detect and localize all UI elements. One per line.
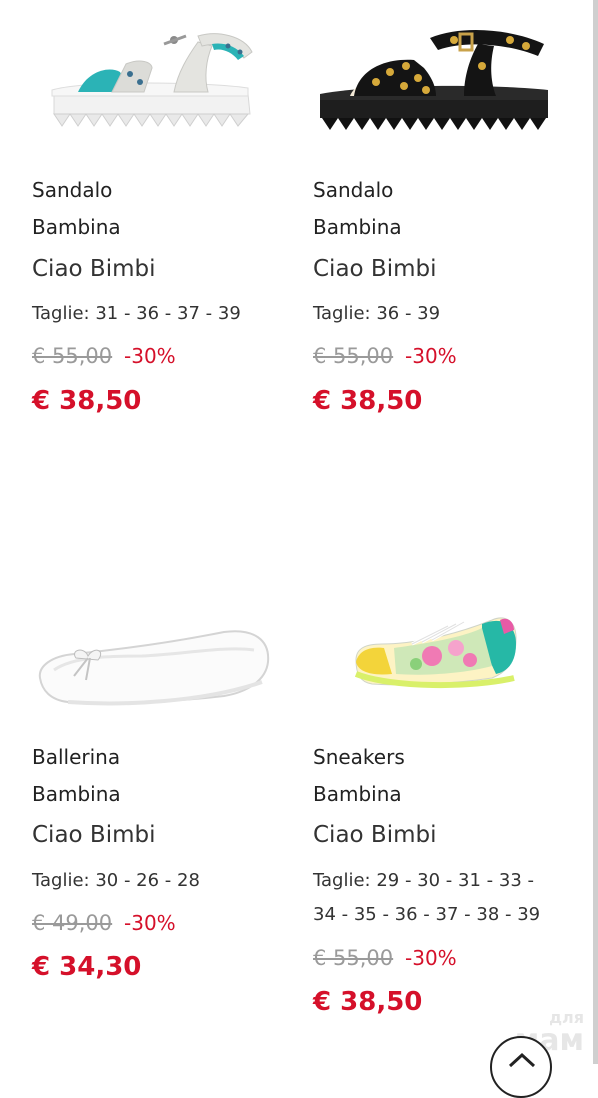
sale-price: € 38,50 [313, 386, 423, 416]
sale-price: € 38,50 [313, 987, 423, 1017]
sale-price: € 38,50 [32, 386, 142, 416]
product-brand[interactable]: Ciao Bimbi [32, 255, 156, 283]
discount-badge: -30% [124, 344, 176, 368]
product-category: Sneakers [313, 745, 405, 769]
scroll-to-top-button[interactable] [490, 1036, 552, 1098]
product-category: Sandalo [32, 178, 113, 202]
product-category-sub: Bambina [313, 782, 402, 806]
product-image[interactable] [48, 22, 260, 148]
product-brand[interactable]: Ciao Bimbi [313, 821, 437, 849]
scrollbar-thumb[interactable] [593, 0, 598, 1064]
old-price: € 49,00 [32, 911, 113, 935]
product-image[interactable] [352, 614, 522, 698]
product-image[interactable] [314, 20, 554, 148]
discount-badge: -30% [405, 946, 457, 970]
scrollbar-track[interactable] [593, 0, 598, 1064]
product-brand[interactable]: Ciao Bimbi [313, 255, 437, 283]
product-category: Sandalo [313, 178, 394, 202]
product-category: Ballerina [32, 745, 121, 769]
product-sizes: Taglie: 31 - 36 - 37 - 39 [32, 303, 241, 324]
product-sizes: Taglie: 29 - 30 - 31 - 33 - 34 - 35 - 36… [313, 870, 541, 925]
discount-badge: -30% [124, 911, 176, 935]
old-price: € 55,00 [32, 344, 113, 368]
product-sizes: Taglie: 30 - 26 - 28 [32, 870, 200, 891]
discount-badge: -30% [405, 344, 457, 368]
old-price: € 55,00 [313, 946, 394, 970]
product-sizes: Taglie: 36 - 39 [313, 303, 441, 324]
sale-price: € 34,30 [32, 952, 142, 982]
product-category-sub: Bambina [32, 215, 121, 239]
product-image[interactable] [34, 626, 274, 714]
product-category-sub: Bambina [32, 782, 121, 806]
old-price: € 55,00 [313, 344, 394, 368]
product-brand[interactable]: Ciao Bimbi [32, 821, 156, 849]
product-category-sub: Bambina [313, 215, 402, 239]
